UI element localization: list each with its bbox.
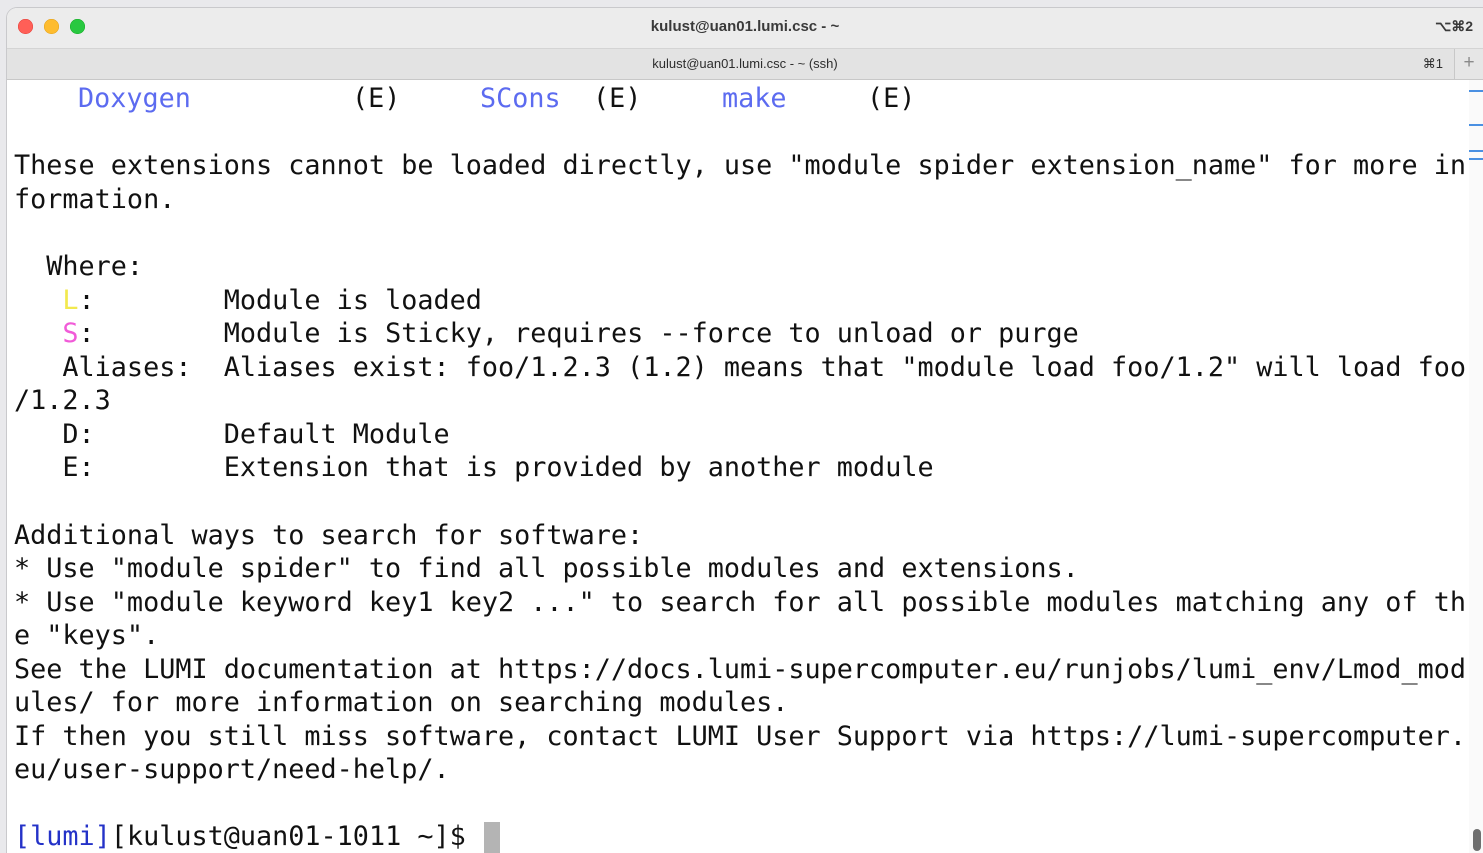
- support-line-wrap: eu/user-support/need-help/.: [14, 754, 450, 785]
- legend-desc: Module is loaded: [223, 285, 482, 316]
- shell-prompt[interactable]: [lumi][kulust@uan01-1011 ~]$: [14, 820, 500, 853]
- tab-shortcut-label: ⌘1: [1422, 56, 1443, 71]
- title-bar[interactable]: kulust@uan01.lumi.csc - ~ ⌥⌘2: [7, 8, 1483, 48]
- legend-desc: Aliases exist: foo/1.2.3 (1.2) means tha…: [223, 352, 1466, 383]
- legend-key-l: L: [62, 285, 79, 316]
- legend-desc: Default Module: [223, 419, 450, 450]
- where-heading: Where:: [14, 251, 144, 282]
- text-cursor: [483, 821, 500, 853]
- tip-line-wrap: e "keys".: [14, 620, 160, 651]
- extension-scons: SCons: [480, 83, 561, 114]
- tab-bar: kulust@uan01.lumi.csc - ~ (ssh) ⌘1 +: [7, 48, 1483, 80]
- window-shortcut-label: ⌥⌘2: [1435, 18, 1473, 34]
- window-title: kulust@uan01.lumi.csc - ~: [650, 18, 840, 35]
- legend-sticky: S: Module is Sticky, requires --force to…: [62, 318, 1079, 349]
- legend-key: E:: [14, 452, 224, 483]
- scroll-mark: [1469, 150, 1483, 152]
- extension-doxygen: Doxygen: [78, 83, 191, 114]
- legend-key: D:: [14, 419, 224, 450]
- additional-heading: Additional ways to search for software:: [14, 520, 644, 551]
- prompt-tag: [lumi]: [14, 821, 111, 852]
- new-tab-button[interactable]: +: [1454, 49, 1483, 79]
- legend-desc: Extension that is provided by another mo…: [223, 452, 934, 483]
- support-line: If then you still miss software, contact…: [14, 721, 1466, 752]
- note-line: These extensions cannot be loaded direct…: [14, 150, 1466, 181]
- legend-default: D: Default Module: [14, 418, 450, 452]
- legend-desc: Module is Sticky, requires --force to un…: [223, 318, 1079, 349]
- tab-ssh-session[interactable]: kulust@uan01.lumi.csc - ~ (ssh): [7, 56, 1483, 71]
- legend-aliases: Aliases: Aliases exist: foo/1.2.3 (1.2) …: [14, 351, 1466, 385]
- tip-line: * Use "module keyword key1 key2 ..." to …: [14, 587, 1466, 618]
- tip-line: * Use "module spider" to find all possib…: [14, 553, 1079, 584]
- scroll-mark: [1469, 124, 1483, 126]
- legend-loaded: L: Module is loaded: [62, 285, 482, 316]
- scroll-mark: [1469, 158, 1483, 160]
- legend-extension: E: Extension that is provided by another…: [14, 451, 934, 485]
- terminal-output[interactable]: Doxygen (E) SCons (E) make (E) These extensio…: [7, 80, 1483, 853]
- extension-tag: (E): [593, 83, 642, 114]
- terminal-window: kulust@uan01.lumi.csc - ~ ⌥⌘2 kulust@uan…: [7, 8, 1483, 853]
- docs-line-wrap: ules/ for more information on searching …: [14, 687, 789, 718]
- docs-line: See the LUMI documentation at https://do…: [14, 654, 1466, 685]
- extension-tag: (E): [352, 83, 401, 114]
- legend-key: Aliases:: [14, 352, 224, 383]
- legend-key-s: S: [62, 318, 79, 349]
- scroll-mark: [1469, 90, 1483, 92]
- extension-tag: (E): [867, 83, 916, 114]
- legend-aliases-wrap: /1.2.3: [14, 385, 111, 416]
- scrollbar-thumb[interactable]: [1473, 829, 1481, 851]
- prompt-text: [kulust@uan01-1011 ~]$: [110, 821, 482, 852]
- note-line-wrap: formation.: [14, 184, 176, 215]
- scrollbar[interactable]: [1469, 80, 1483, 853]
- extension-make: make: [722, 83, 787, 114]
